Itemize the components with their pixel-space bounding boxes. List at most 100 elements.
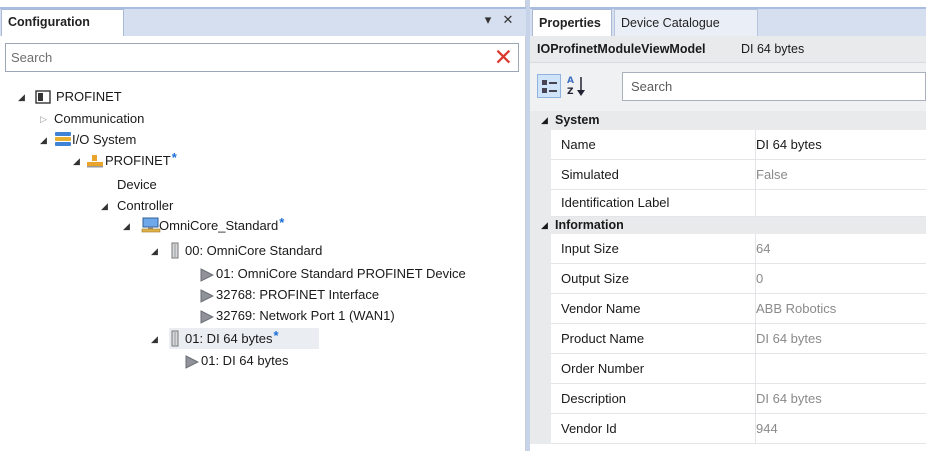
category-system[interactable]: ◢ System [530, 111, 926, 130]
alphabetical-sort-button[interactable]: A Z [565, 73, 587, 99]
expand-toggle-icon[interactable]: ◢ [541, 111, 548, 130]
tab-properties[interactable]: Properties [532, 9, 612, 36]
configuration-search-input[interactable]: Search ✕ [5, 43, 519, 72]
view-model-value: DI 64 bytes [741, 42, 805, 56]
property-name: Name [561, 137, 596, 152]
svg-text:Z: Z [567, 87, 574, 97]
tree-item-device[interactable]: Device [117, 174, 157, 195]
clear-search-icon[interactable]: ✕ [494, 45, 513, 69]
category-label: Information [555, 218, 624, 232]
submodule-icon [200, 267, 215, 288]
tree-item-label: 01: DI 64 bytes [201, 353, 289, 368]
modified-star-icon: * [273, 328, 279, 343]
row-gutter [530, 384, 551, 414]
close-icon[interactable]: ✕ [500, 12, 516, 28]
row-gutter [530, 190, 551, 217]
property-value: DI 64 bytes [756, 331, 822, 346]
property-value: 0 [756, 271, 764, 286]
modified-star-icon: * [171, 150, 177, 165]
row-gutter [530, 130, 551, 160]
property-value: ABB Robotics [756, 301, 837, 316]
property-value: 944 [756, 421, 778, 436]
property-name: Input Size [561, 241, 619, 256]
module-icon [171, 330, 179, 353]
pin-dropdown-icon[interactable]: ▾ [480, 12, 496, 28]
property-row-description[interactable]: Description DI 64 bytes [530, 384, 926, 414]
property-row-input-size[interactable]: Input Size 64 [530, 234, 926, 264]
categorized-icon-line [549, 90, 557, 92]
property-name: Vendor Id [561, 421, 617, 436]
property-row-vendor-id[interactable]: Vendor Id 944 [530, 414, 926, 444]
tree-item-label: 00: OmniCore Standard [185, 243, 323, 258]
row-gutter [530, 160, 551, 190]
io-system-icon [54, 131, 72, 153]
column-divider [755, 354, 756, 384]
configuration-tab[interactable]: Configuration [1, 9, 124, 36]
property-value: False [756, 167, 788, 182]
property-name: Vendor Name [561, 301, 641, 316]
row-gutter [530, 264, 551, 294]
properties-toolbar: A Z Search [530, 63, 926, 111]
category-information[interactable]: ◢ Information [530, 217, 926, 234]
column-divider [755, 190, 756, 217]
properties-search-input[interactable]: Search [622, 72, 926, 101]
submodule-icon [200, 288, 215, 309]
configuration-panel-header: Configuration ▾ ✕ [0, 7, 526, 36]
categorized-icon-line [549, 82, 557, 84]
expand-toggle-icon[interactable]: ◢ [151, 328, 158, 350]
sort-az-icon: A Z [567, 76, 585, 97]
tree-item-label: 01: OmniCore Standard PROFINET Device [216, 266, 466, 281]
property-name: Product Name [561, 331, 645, 346]
property-value: DI 64 bytes [756, 391, 822, 406]
properties-panel: Properties Device Catalogue IOProfinetMo… [530, 0, 926, 451]
search-placeholder: Search [11, 50, 53, 65]
tab-device-catalogue[interactable]: Device Catalogue [614, 9, 758, 36]
tree-item-label: 32768: PROFINET Interface [216, 287, 380, 302]
expand-toggle-icon[interactable]: ◢ [541, 217, 548, 234]
row-gutter [530, 234, 551, 264]
search-placeholder: Search [631, 79, 673, 94]
tree-item-label: PROFINET* [105, 150, 177, 168]
categorized-view-button[interactable] [537, 74, 561, 98]
configuration-panel: Configuration ▾ ✕ Search ✕ ◢ PROFINET ▷ … [0, 0, 526, 451]
row-gutter [530, 324, 551, 354]
expand-toggle-icon[interactable]: ◢ [73, 150, 80, 172]
property-value: 64 [756, 241, 771, 256]
property-row-order-number[interactable]: Order Number [530, 354, 926, 384]
tree-item-label: Communication [54, 111, 145, 126]
property-value[interactable]: DI 64 bytes [756, 130, 822, 159]
collapse-toggle-icon[interactable]: ▷ [40, 108, 47, 130]
module-icon [171, 242, 179, 265]
property-row-simulated[interactable]: Simulated False [530, 160, 926, 190]
property-row-identification-label[interactable]: Identification Label [530, 190, 926, 217]
profinet-root-icon [35, 89, 53, 110]
row-gutter [530, 294, 551, 324]
categorized-icon-square [542, 88, 547, 93]
tree-item-label: 32769: Network Port 1 (WAN1) [216, 308, 395, 323]
property-row-vendor-name[interactable]: Vendor Name ABB Robotics [530, 294, 926, 324]
expand-toggle-icon[interactable]: ◢ [101, 195, 108, 217]
properties-panel-header: Properties Device Catalogue [530, 7, 926, 36]
property-row-output-size[interactable]: Output Size 0 [530, 264, 926, 294]
submodule-icon [185, 354, 200, 375]
modified-star-icon: * [279, 215, 285, 230]
property-name: Identification Label [561, 195, 670, 210]
categorized-icon [542, 80, 547, 85]
property-name: Output Size [561, 271, 629, 286]
property-grid: ◢ System Name DI 64 bytes Simulated Fals… [530, 111, 926, 444]
computer-icon [141, 217, 161, 239]
row-gutter [530, 414, 551, 444]
property-row-name[interactable]: Name DI 64 bytes [530, 130, 926, 160]
view-model-name: IOProfinetModuleViewModel [537, 42, 706, 56]
tree-item-label: I/O System [72, 132, 137, 147]
svg-text:A: A [567, 76, 574, 86]
expand-toggle-icon[interactable]: ◢ [40, 129, 47, 151]
expand-toggle-icon[interactable]: ◢ [151, 240, 158, 262]
network-icon [86, 153, 104, 174]
view-model-bar: IOProfinetModuleViewModel DI 64 bytes [530, 36, 926, 63]
tree-item-label: 01: DI 64 bytes* [185, 328, 279, 346]
expand-toggle-icon[interactable]: ◢ [18, 86, 25, 108]
submodule-icon [200, 309, 215, 330]
expand-toggle-icon[interactable]: ◢ [123, 215, 130, 237]
property-row-product-name[interactable]: Product Name DI 64 bytes [530, 324, 926, 354]
